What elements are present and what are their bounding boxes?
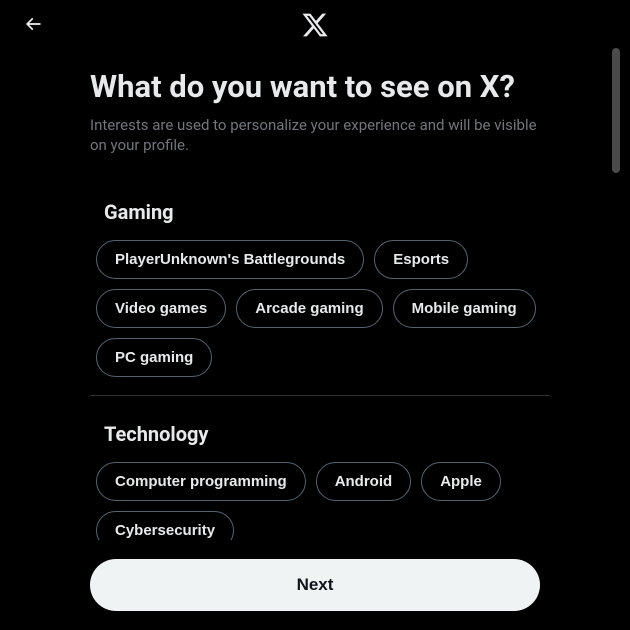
category-title: Technology [90,406,550,454]
interest-chip[interactable]: Arcade gaming [236,289,382,328]
interest-chip[interactable]: PlayerUnknown's Battlegrounds [96,240,364,279]
back-button[interactable] [16,8,50,42]
category-technology: Technology Computer programming Android … [90,406,550,540]
interest-chip[interactable]: Esports [374,240,468,279]
x-logo [301,11,329,39]
modal-header [0,0,630,50]
page-title: What do you want to see on X? [90,68,550,105]
interest-chip[interactable]: Cybersecurity [96,511,234,540]
page-subtitle: Interests are used to personalize your e… [90,115,550,156]
chip-group: Computer programming Android Apple Cyber… [90,454,550,540]
scrollbar-thumb[interactable] [612,48,620,173]
interest-chip[interactable]: Video games [96,289,226,328]
content-scroll[interactable]: What do you want to see on X? Interests … [0,50,630,540]
arrow-left-icon [23,14,43,37]
category-title: Gaming [90,184,550,232]
modal-footer: Next [0,540,630,630]
interest-chip[interactable]: Apple [421,462,501,501]
next-button[interactable]: Next [90,559,540,611]
interest-chip[interactable]: PC gaming [96,338,212,377]
interest-chip[interactable]: Android [316,462,412,501]
interest-chip[interactable]: Mobile gaming [393,289,536,328]
interest-chip[interactable]: Computer programming [96,462,306,501]
category-gaming: Gaming PlayerUnknown's Battlegrounds Esp… [90,184,550,396]
chip-group: PlayerUnknown's Battlegrounds Esports Vi… [90,232,550,396]
